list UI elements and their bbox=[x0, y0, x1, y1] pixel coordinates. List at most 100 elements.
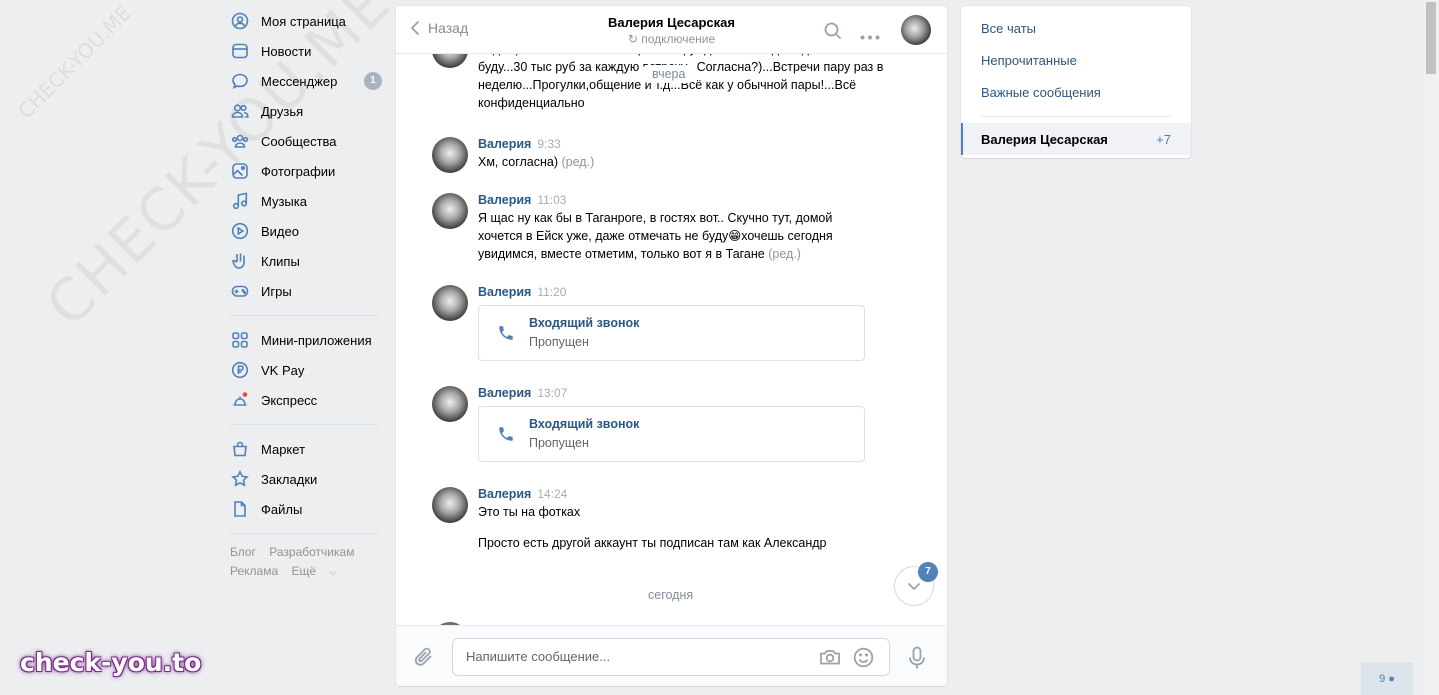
footer-blog-link[interactable]: Блог bbox=[230, 545, 256, 559]
nav-files[interactable]: Файлы bbox=[230, 494, 380, 524]
filter-unread[interactable]: Непрочитанные bbox=[961, 44, 1191, 76]
nav-photos[interactable]: Фотографии bbox=[230, 156, 380, 186]
left-nav: Моя страница Новости Мессенджер 1 Друзья… bbox=[230, 6, 382, 582]
nav-bookmarks[interactable]: Закладки bbox=[230, 464, 380, 494]
nav-my-page[interactable]: Моя страница bbox=[230, 6, 380, 36]
message-author[interactable]: Валерия bbox=[478, 193, 531, 207]
nav-vk-pay[interactable]: VK Pay bbox=[230, 355, 380, 385]
communities-icon bbox=[230, 131, 250, 151]
message-time[interactable]: 11:20 bbox=[537, 285, 566, 299]
nav-express[interactable]: Экспресс bbox=[230, 385, 380, 415]
nav-divider bbox=[230, 424, 378, 425]
message-item: Валерия 11:20 Входящий звонок Пропущен bbox=[432, 285, 892, 361]
page-scrollbar[interactable] bbox=[1423, 0, 1439, 695]
nav-label: Фотографии bbox=[261, 163, 336, 179]
more-button[interactable] bbox=[860, 28, 880, 43]
call-card[interactable]: Входящий звонок Пропущен bbox=[478, 305, 865, 361]
online-friends-button[interactable]: 9 ● bbox=[1361, 662, 1413, 695]
message-history[interactable]: Рядом)...я в Ростове...Смотри...Вокруг д… bbox=[396, 54, 947, 626]
composer bbox=[396, 625, 947, 686]
nav-mini-apps[interactable]: Мини-приложения bbox=[230, 325, 380, 355]
message-author[interactable]: Валерия bbox=[478, 487, 531, 501]
nav-label: Видео bbox=[261, 223, 299, 239]
avatar[interactable] bbox=[901, 15, 931, 45]
nav-friends[interactable]: Друзья bbox=[230, 96, 380, 126]
avatar[interactable] bbox=[432, 137, 468, 173]
message-time[interactable]: 11:03 bbox=[537, 193, 566, 207]
footer-ads-link[interactable]: Реклама bbox=[230, 564, 278, 578]
watermark-logo: check-you.to bbox=[20, 648, 202, 677]
filter-important[interactable]: Важные сообщения bbox=[961, 76, 1191, 108]
video-icon bbox=[230, 221, 250, 241]
chevron-down-icon: ⌵ bbox=[329, 567, 337, 577]
call-status: Пропущен bbox=[529, 335, 589, 349]
nav-news[interactable]: Новости bbox=[230, 36, 380, 66]
person-icon: ● bbox=[1388, 672, 1395, 685]
filter-all-chats[interactable]: Все чаты bbox=[961, 12, 1191, 44]
footer-dev-link[interactable]: Разработчикам bbox=[269, 545, 354, 559]
camera-button[interactable] bbox=[819, 648, 841, 669]
avatar[interactable] bbox=[432, 386, 468, 422]
express-icon bbox=[230, 390, 250, 410]
watermark-small: CHECK-YOU.ME bbox=[13, 0, 136, 124]
music-icon bbox=[230, 191, 250, 211]
nav-label: Экспресс bbox=[261, 392, 318, 408]
messenger-badge: 1 bbox=[364, 72, 382, 90]
phone-icon bbox=[499, 427, 513, 441]
avatar[interactable] bbox=[432, 487, 468, 523]
camera-icon bbox=[820, 650, 840, 665]
unread-badge: 7 bbox=[918, 562, 938, 582]
nav-label: Моя страница bbox=[261, 13, 346, 29]
friends-icon bbox=[230, 101, 250, 121]
nav-label: Закладки bbox=[261, 471, 318, 487]
message-time[interactable]: 9:33 bbox=[537, 137, 560, 151]
message-input[interactable] bbox=[466, 649, 796, 664]
voice-button[interactable] bbox=[908, 646, 926, 673]
attach-button[interactable] bbox=[414, 646, 434, 671]
message-author[interactable]: Валерия bbox=[478, 137, 531, 151]
nav-clips[interactable]: Клипы bbox=[230, 246, 380, 276]
microphone-icon bbox=[909, 646, 925, 669]
market-icon bbox=[230, 439, 250, 459]
scrollbar-thumb[interactable] bbox=[1426, 2, 1436, 74]
clips-icon bbox=[230, 251, 250, 271]
nav-market[interactable]: Маркет bbox=[230, 434, 380, 464]
nav-games[interactable]: Игры bbox=[230, 276, 380, 306]
edited-mark: (ред.) bbox=[561, 155, 595, 169]
nav-label: Музыка bbox=[261, 193, 307, 209]
search-icon bbox=[824, 22, 842, 40]
date-separator-today: сегодня bbox=[636, 586, 706, 604]
bookmark-icon bbox=[230, 469, 250, 489]
message-item: Валерия 9:33 Хм, согласна) (ред.) bbox=[432, 137, 892, 173]
active-chat-name: Валерия Цесарская bbox=[981, 131, 1108, 147]
call-card[interactable]: Входящий звонок Пропущен bbox=[478, 406, 865, 462]
active-chat-item[interactable]: Валерия Цесарская +7 bbox=[961, 123, 1191, 155]
message-item: Валерия 14:24 Это ты на фотках Просто ест… bbox=[432, 487, 892, 552]
file-icon bbox=[230, 499, 250, 519]
nav-communities[interactable]: Сообщества bbox=[230, 126, 380, 156]
nav-video[interactable]: Видео bbox=[230, 216, 380, 246]
avatar[interactable] bbox=[432, 54, 468, 68]
avatar[interactable] bbox=[432, 193, 468, 229]
panel-divider bbox=[981, 116, 1171, 117]
message-author[interactable]: Валерия bbox=[478, 386, 531, 400]
search-button[interactable] bbox=[824, 22, 842, 43]
vkpay-icon bbox=[230, 360, 250, 380]
chat-filter-panel: Все чаты Непрочитанные Важные сообщения … bbox=[961, 6, 1191, 158]
nav-divider bbox=[230, 533, 378, 534]
avatar[interactable] bbox=[432, 285, 468, 321]
emoji-button[interactable] bbox=[853, 647, 874, 671]
nav-label: Новости bbox=[261, 43, 312, 59]
spinner-icon: ↻ bbox=[627, 32, 638, 46]
message-author[interactable]: Валерия bbox=[478, 285, 531, 299]
nav-label: Маркет bbox=[261, 441, 306, 457]
footer-more-link[interactable]: Ещё ⌵ bbox=[291, 564, 346, 578]
message-input-box[interactable] bbox=[452, 638, 890, 676]
nav-messenger[interactable]: Мессенджер 1 bbox=[230, 66, 382, 96]
message-time[interactable]: 14:24 bbox=[537, 487, 567, 501]
message-time[interactable]: 13:07 bbox=[537, 386, 567, 400]
message-text: Это ты на фотках bbox=[478, 505, 581, 519]
nav-music[interactable]: Музыка bbox=[230, 186, 380, 216]
paperclip-icon bbox=[414, 647, 432, 666]
nav-label: Друзья bbox=[261, 103, 304, 119]
